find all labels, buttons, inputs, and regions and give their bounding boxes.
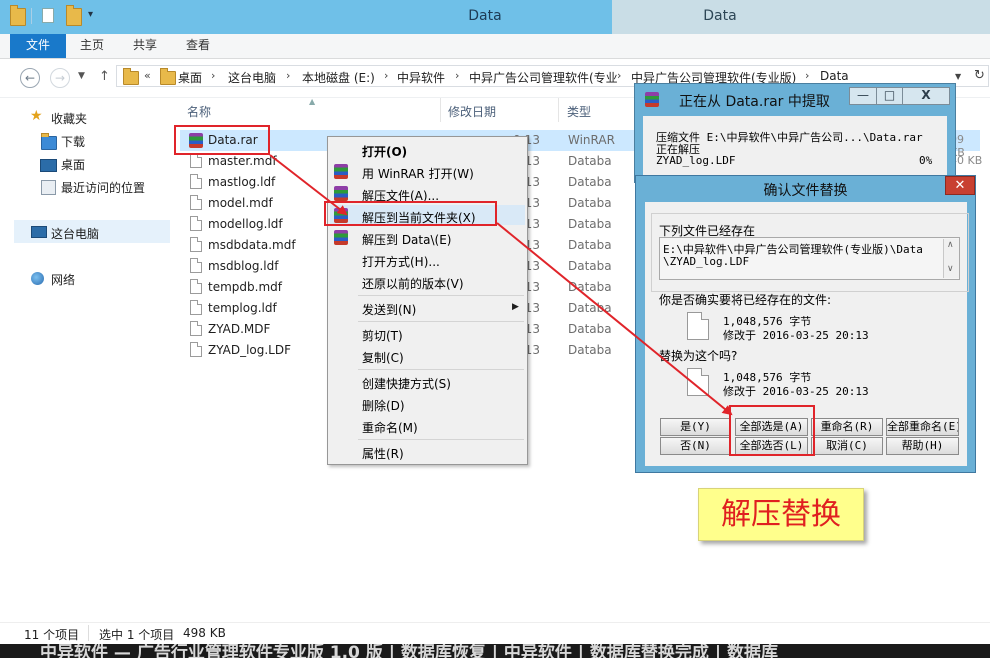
arrow — [496, 222, 733, 416]
arrow — [269, 154, 348, 216]
annotation-arrows — [269, 154, 733, 416]
caption-label: 解压替换 — [698, 488, 864, 541]
